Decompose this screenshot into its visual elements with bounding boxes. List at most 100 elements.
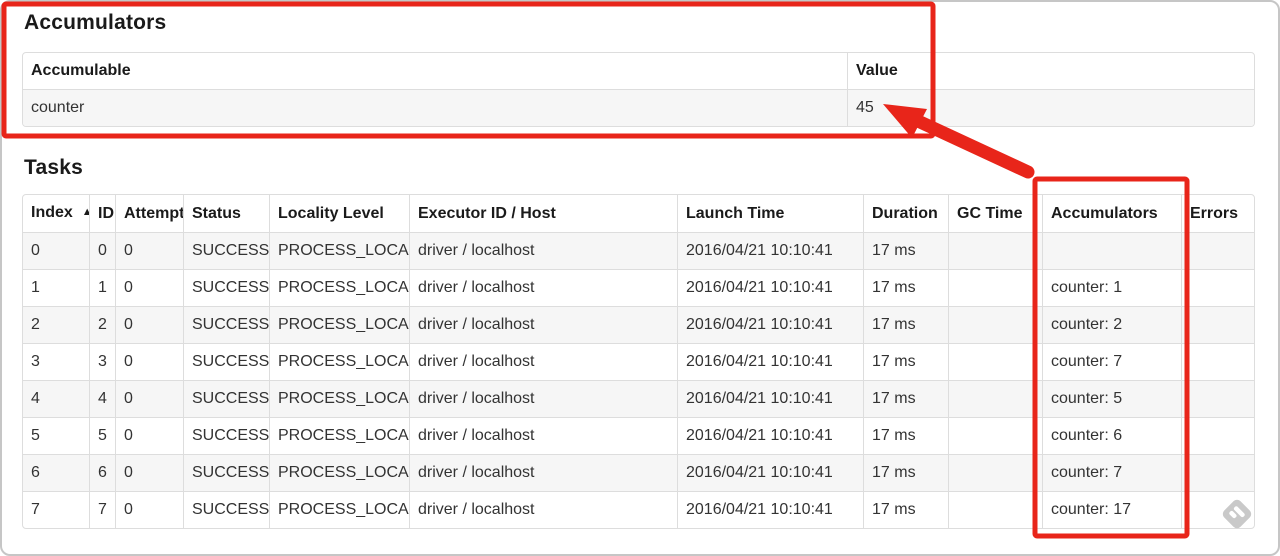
status-cell: SUCCESS <box>183 343 269 380</box>
errors-cell <box>1181 491 1254 528</box>
accumulators-cell: counter: 6 <box>1042 417 1181 454</box>
gc-time-cell <box>948 454 1042 491</box>
index-cell: 2 <box>23 306 89 343</box>
attempt-cell: 0 <box>115 343 183 380</box>
index-column-label: Index <box>31 204 73 221</box>
attempt-column-header[interactable]: Attempt <box>115 195 183 232</box>
status-cell: SUCCESS <box>183 306 269 343</box>
locality-level-cell: PROCESS_LOCAL <box>269 417 409 454</box>
accumulable-value-cell: 45 <box>847 89 1254 126</box>
launch-time-cell: 2016/04/21 10:10:41 <box>677 232 863 269</box>
gc-time-cell <box>948 232 1042 269</box>
value-column-header[interactable]: Value <box>847 53 1254 89</box>
locality-level-cell: PROCESS_LOCAL <box>269 380 409 417</box>
duration-cell: 17 ms <box>863 306 948 343</box>
executor-id-host-cell: driver / localhost <box>409 491 677 528</box>
accumulators-cell: counter: 7 <box>1042 454 1181 491</box>
attempt-cell: 0 <box>115 491 183 528</box>
task-row: 7 7 0 SUCCESS PROCESS_LOCAL driver / loc… <box>23 491 1254 528</box>
status-cell: SUCCESS <box>183 269 269 306</box>
task-row: 5 5 0 SUCCESS PROCESS_LOCAL driver / loc… <box>23 417 1254 454</box>
locality-level-cell: PROCESS_LOCAL <box>269 454 409 491</box>
status-cell: SUCCESS <box>183 232 269 269</box>
accumulators-cell: counter: 17 <box>1042 491 1181 528</box>
accumulators-cell: counter: 5 <box>1042 380 1181 417</box>
id-cell: 1 <box>89 269 115 306</box>
locality-level-cell: PROCESS_LOCAL <box>269 306 409 343</box>
executor-id-host-cell: driver / localhost <box>409 306 677 343</box>
executor-id-host-cell: driver / localhost <box>409 269 677 306</box>
duration-cell: 17 ms <box>863 417 948 454</box>
id-column-header[interactable]: ID <box>89 195 115 232</box>
executor-id-host-column-header[interactable]: Executor ID / Host <box>409 195 677 232</box>
duration-cell: 17 ms <box>863 232 948 269</box>
launch-time-cell: 2016/04/21 10:10:41 <box>677 269 863 306</box>
duration-cell: 17 ms <box>863 269 948 306</box>
executor-id-host-cell: driver / localhost <box>409 454 677 491</box>
index-cell: 1 <box>23 269 89 306</box>
duration-cell: 17 ms <box>863 491 948 528</box>
accumulators-table: Accumulable Value counter 45 <box>22 52 1255 127</box>
id-cell: 7 <box>89 491 115 528</box>
launch-time-cell: 2016/04/21 10:10:41 <box>677 454 863 491</box>
accumulable-column-header[interactable]: Accumulable <box>23 53 847 89</box>
executor-id-host-cell: driver / localhost <box>409 380 677 417</box>
attempt-cell: 0 <box>115 269 183 306</box>
index-cell: 7 <box>23 491 89 528</box>
attempt-cell: 0 <box>115 417 183 454</box>
accumulators-column-header[interactable]: Accumulators <box>1042 195 1181 232</box>
locality-level-cell: PROCESS_LOCAL <box>269 269 409 306</box>
errors-cell <box>1181 380 1254 417</box>
gc-time-column-header[interactable]: GC Time <box>948 195 1042 232</box>
task-row: 1 1 0 SUCCESS PROCESS_LOCAL driver / loc… <box>23 269 1254 306</box>
accumulator-row: counter 45 <box>23 89 1254 126</box>
accumulators-cell: counter: 7 <box>1042 343 1181 380</box>
duration-cell: 17 ms <box>863 380 948 417</box>
errors-cell <box>1181 269 1254 306</box>
errors-cell <box>1181 454 1254 491</box>
accumulators-header-row: Accumulable Value <box>23 53 1254 89</box>
index-cell: 4 <box>23 380 89 417</box>
status-cell: SUCCESS <box>183 491 269 528</box>
attempt-cell: 0 <box>115 306 183 343</box>
id-cell: 2 <box>89 306 115 343</box>
executor-id-host-cell: driver / localhost <box>409 417 677 454</box>
status-column-header[interactable]: Status <box>183 195 269 232</box>
task-row: 6 6 0 SUCCESS PROCESS_LOCAL driver / loc… <box>23 454 1254 491</box>
task-row: 0 0 0 SUCCESS PROCESS_LOCAL driver / loc… <box>23 232 1254 269</box>
duration-cell: 17 ms <box>863 454 948 491</box>
gc-time-cell <box>948 491 1042 528</box>
task-row: 4 4 0 SUCCESS PROCESS_LOCAL driver / loc… <box>23 380 1254 417</box>
accumulators-cell: counter: 2 <box>1042 306 1181 343</box>
status-cell: SUCCESS <box>183 454 269 491</box>
errors-cell <box>1181 306 1254 343</box>
locality-level-column-header[interactable]: Locality Level <box>269 195 409 232</box>
gc-time-cell <box>948 380 1042 417</box>
launch-time-cell: 2016/04/21 10:10:41 <box>677 343 863 380</box>
launch-time-cell: 2016/04/21 10:10:41 <box>677 417 863 454</box>
errors-column-header[interactable]: Errors <box>1181 195 1254 232</box>
attempt-cell: 0 <box>115 232 183 269</box>
id-cell: 3 <box>89 343 115 380</box>
locality-level-cell: PROCESS_LOCAL <box>269 343 409 380</box>
launch-time-cell: 2016/04/21 10:10:41 <box>677 491 863 528</box>
executor-id-host-cell: driver / localhost <box>409 232 677 269</box>
locality-level-cell: PROCESS_LOCAL <box>269 491 409 528</box>
locality-level-cell: PROCESS_LOCAL <box>269 232 409 269</box>
index-cell: 3 <box>23 343 89 380</box>
task-row: 2 2 0 SUCCESS PROCESS_LOCAL driver / loc… <box>23 306 1254 343</box>
accumulators-section-title: Accumulators <box>24 11 167 34</box>
id-cell: 0 <box>89 232 115 269</box>
launch-time-column-header[interactable]: Launch Time <box>677 195 863 232</box>
tasks-table: Index ▲ ID Attempt Status Locality Level … <box>22 194 1255 529</box>
attempt-cell: 0 <box>115 380 183 417</box>
tasks-header-row: Index ▲ ID Attempt Status Locality Level … <box>23 195 1254 232</box>
task-row: 3 3 0 SUCCESS PROCESS_LOCAL driver / loc… <box>23 343 1254 380</box>
accumulable-name-cell: counter <box>23 89 847 126</box>
gc-time-cell <box>948 269 1042 306</box>
status-cell: SUCCESS <box>183 417 269 454</box>
index-column-header[interactable]: Index ▲ <box>23 195 89 232</box>
launch-time-cell: 2016/04/21 10:10:41 <box>677 306 863 343</box>
gc-time-cell <box>948 343 1042 380</box>
duration-column-header[interactable]: Duration <box>863 195 948 232</box>
